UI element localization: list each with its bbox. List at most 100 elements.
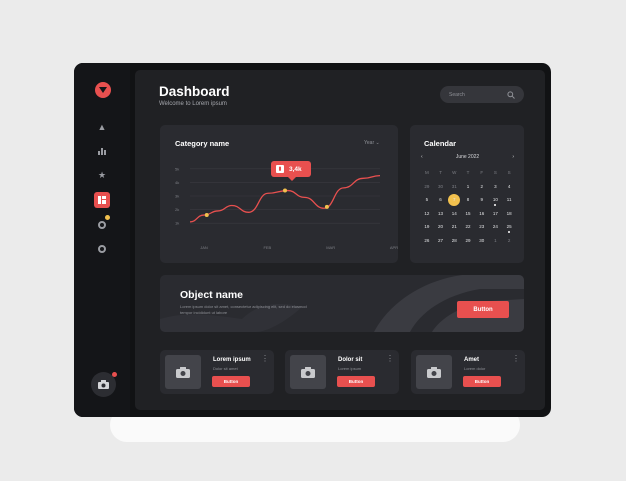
item-button[interactable]: Button [212, 376, 250, 387]
calendar-day[interactable]: 21 [447, 222, 461, 231]
banner-button[interactable]: Button [457, 301, 509, 318]
search-input[interactable]: Search [440, 86, 524, 103]
item-title: Dolor sit [338, 357, 363, 363]
calendar-day[interactable]: 4 [502, 182, 516, 191]
calendar-header: ‹ June 2022 › [421, 154, 514, 160]
calendar-day[interactable]: 24 [489, 222, 503, 231]
chevron-right-icon[interactable]: › [512, 154, 514, 160]
camera-icon [176, 366, 190, 378]
nav-bar-chart-icon[interactable] [94, 143, 110, 159]
calendar-day[interactable]: 10 [489, 195, 503, 206]
calendar-day[interactable]: 8 [461, 195, 475, 204]
calendar-day[interactable]: 12 [420, 209, 434, 218]
calendar-day[interactable]: 31 [447, 182, 461, 191]
calendar-day-number: 12 [424, 210, 430, 216]
calendar-month: June 2022 [455, 154, 480, 160]
calendar-day[interactable]: 22 [461, 222, 475, 231]
calendar-day[interactable]: 30 [475, 236, 489, 245]
item-title: Amet [464, 357, 480, 363]
calendar-day[interactable]: 2 [475, 182, 489, 191]
calendar-day[interactable]: 19 [420, 222, 434, 231]
calendar-day[interactable]: 27 [434, 236, 448, 245]
calendar-day[interactable]: 25 [502, 222, 516, 233]
calendar-day[interactable]: 29 [420, 182, 434, 191]
calendar-day-number: 15 [465, 210, 471, 216]
calendar-day-number: 31 [451, 183, 457, 189]
calendar-day-number: 14 [451, 210, 457, 216]
calendar-day[interactable]: 2 [502, 236, 516, 245]
item-card: Lorem ipsum Dolor sit amet Button ⋮ [160, 350, 274, 394]
calendar-day-number: 21 [451, 224, 457, 229]
data-point[interactable] [324, 204, 329, 209]
data-point[interactable] [283, 188, 287, 193]
item-button[interactable]: Button [337, 376, 375, 387]
x-tick-label: FEB [263, 245, 271, 250]
calendar-weekday: T [466, 170, 470, 175]
calendar-weekday: S [493, 170, 497, 175]
calendar-day[interactable]: 9 [475, 195, 489, 204]
nav-dashboard-icon[interactable] [94, 192, 110, 208]
logo-icon[interactable] [95, 82, 111, 98]
calendar-day[interactable]: 14 [447, 209, 461, 218]
calendar-day[interactable]: 18 [502, 209, 516, 218]
calendar-day-number: 5 [425, 197, 429, 202]
calendar-day[interactable]: 20 [434, 222, 448, 231]
calendar-day[interactable]: 6 [434, 195, 448, 204]
item-subtitle: Lorem ipsum [338, 366, 362, 371]
chevron-left-icon[interactable]: ‹ [421, 154, 423, 160]
calendar-day[interactable]: 13 [434, 209, 448, 218]
calendar-weekday: T [439, 170, 442, 175]
chart-tooltip: ▮ 3,4k [271, 161, 311, 181]
calendar-day[interactable]: 28 [447, 236, 461, 245]
calendar-day-number: 25 [506, 224, 512, 229]
more-options-icon[interactable]: ⋮ [261, 355, 269, 363]
bar-chart-icon: ▮ [276, 165, 284, 173]
calendar-day[interactable]: 1 [489, 236, 503, 245]
calendar-day-number: 20 [438, 224, 444, 229]
calendar-day[interactable]: 23 [475, 222, 489, 231]
main-panel: Dashboard Welcome to Lorem ipsum Search … [135, 70, 545, 410]
notification-badge [112, 372, 117, 377]
calendar-day[interactable]: 30 [434, 182, 448, 191]
calendar-day-number: 23 [479, 224, 485, 229]
circle-icon [98, 245, 106, 253]
data-point[interactable] [204, 213, 209, 218]
nav-circle-icon-1[interactable] [94, 215, 110, 233]
item-subtitle: Dolor sit amet [213, 366, 238, 371]
calendar-day[interactable]: 26 [420, 236, 434, 245]
calendar-day-number: 1 [494, 237, 497, 243]
calendar-day[interactable]: 3 [489, 182, 503, 191]
item-card: Dolor sit Lorem ipsum Button ⋮ [285, 350, 399, 394]
calendar-day[interactable]: 17 [489, 209, 503, 218]
calendar-day[interactable]: 11 [502, 195, 516, 204]
item-title: Lorem ipsum [213, 357, 251, 363]
nav-star-icon[interactable]: ★ [94, 167, 110, 183]
nav-triangle-icon[interactable]: ▲ [94, 119, 110, 135]
item-card: Amet Lorem dolor Button ⋮ [411, 350, 525, 394]
calendar-day[interactable]: 29 [461, 236, 475, 245]
calendar-day-selected[interactable]: 7 [447, 193, 461, 206]
calendar-day[interactable]: 15 [461, 209, 475, 218]
calendar-weekday: F [480, 170, 484, 175]
camera-icon [301, 366, 315, 378]
calendar-day[interactable]: 1 [461, 182, 475, 191]
calendar-day-number: 18 [506, 210, 512, 216]
y-tick-label: 1k [175, 221, 179, 226]
item-button[interactable]: Button [463, 376, 501, 387]
calendar-day-number: 2 [507, 237, 511, 243]
calendar-day-number: 7 [453, 197, 456, 202]
calendar-day-number: 8 [466, 197, 470, 202]
item-thumbnail [290, 355, 326, 389]
banner-title: Object name [180, 289, 244, 301]
more-options-icon[interactable]: ⋮ [386, 355, 394, 363]
calendar-day[interactable]: 5 [420, 195, 434, 204]
more-options-icon[interactable]: ⋮ [512, 355, 520, 363]
nav-circle-icon-2[interactable] [94, 241, 110, 257]
camera-button[interactable] [91, 372, 117, 397]
calendar-day[interactable]: 16 [475, 209, 489, 218]
page-title: Dashboard [159, 84, 230, 99]
tooltip-value: 3,4k [289, 165, 302, 173]
notification-badge [105, 215, 110, 220]
calendar-day-number: 22 [465, 224, 471, 229]
y-tick-label: 5k [175, 166, 179, 171]
